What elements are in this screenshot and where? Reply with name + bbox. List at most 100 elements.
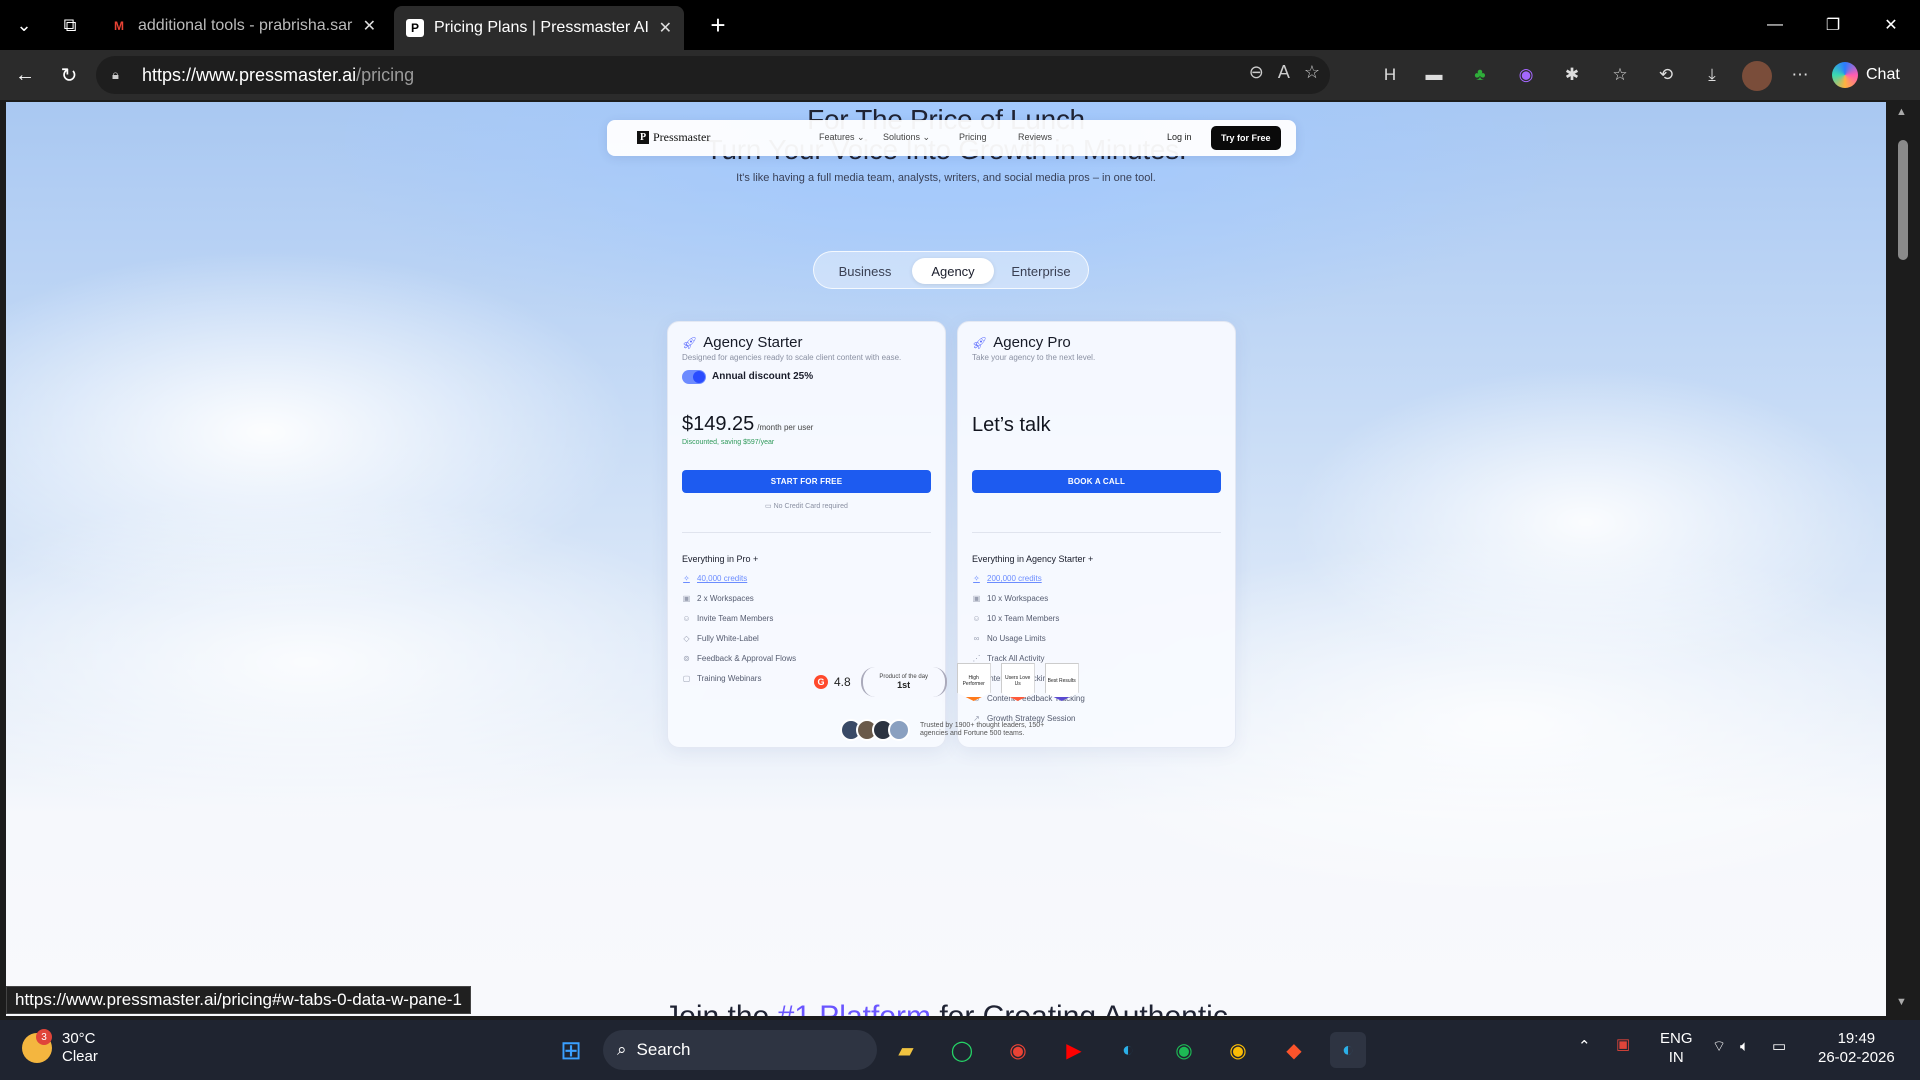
annual-discount-toggle[interactable] [682,370,706,384]
close-tab-icon[interactable]: ✕ [659,18,672,38]
extension-h-icon[interactable]: H [1376,61,1404,89]
tab-gmail[interactable]: M additional tools - prabrisha.sarkar ✕ [98,6,388,46]
customer-avatars [840,719,910,741]
favorites-icon[interactable]: ☆ [1606,61,1634,89]
team-icon: ☺ [682,614,691,623]
start-for-free-button[interactable]: START FOR FREE [682,470,931,493]
login-link[interactable]: Log in [1167,132,1192,142]
feature-credits[interactable]: ✧ 200,000 credits [972,574,1042,583]
profile-avatar[interactable] [1742,61,1772,91]
book-a-call-button[interactable]: BOOK A CALL [972,470,1221,493]
history-icon[interactable]: ⟲ [1652,61,1680,89]
whatsapp-icon[interactable]: ◯ [944,1032,980,1068]
workspaces-icon[interactable]: ⧉ [52,8,88,42]
workspace-icon: ▣ [682,594,691,603]
new-tab-plus-icon[interactable]: + [700,8,736,42]
scroll-down-icon[interactable]: ▼ [1896,996,1907,1008]
battery-icon[interactable]: ▭ [1772,1038,1786,1057]
pressmaster-logo[interactable]: P Pressmaster [637,130,710,145]
favorite-star-icon[interactable]: ☆ [1304,62,1320,83]
tab-enterprise[interactable]: Enterprise [998,258,1084,284]
tab-business[interactable]: Business [822,258,908,284]
youtube-icon[interactable]: ▶ [1056,1032,1092,1068]
saving-note: Discounted, saving $597/year [682,439,775,446]
tab-pressmaster[interactable]: P Pricing Plans | Pressmaster AI Cont ✕ [394,6,684,50]
close-window-icon[interactable]: ✕ [1862,0,1920,50]
url-field[interactable]: 🔒︎ https://www.pressmaster.ai/pricing ⊖ … [96,56,1330,94]
language-indicator[interactable]: ENG IN [1660,1030,1693,1068]
copilot-chat-button[interactable]: Chat [1832,58,1912,92]
nav-reviews[interactable]: Reviews [1018,132,1052,142]
users-love-us-badge: Users Love Us [1000,663,1035,701]
feature-credits[interactable]: ✧ 40,000 credits [682,574,747,583]
trust-row: Trusted by 1900+ thought leaders, 150+ a… [840,719,1050,741]
more-menu-icon[interactable]: ⋯ [1786,61,1814,89]
tab-actions-chevron-icon[interactable]: ⌄ [6,8,42,42]
nav-pricing[interactable]: Pricing [959,132,987,142]
spotify-icon[interactable]: ◉ [1166,1032,1202,1068]
page-viewport: For The Price of Lunch Turn Your Voice I… [6,102,1886,1016]
chat-label: Chat [1866,66,1900,83]
read-aloud-icon[interactable]: A [1278,62,1290,83]
nav-features[interactable]: Features ⌄ [819,132,865,143]
brave-icon[interactable]: ◆ [1276,1032,1312,1068]
extension-brain-icon[interactable]: ◉ [1512,61,1540,89]
search-icon: ⌕ [617,1040,627,1059]
discount-label: Annual discount 25% [712,371,814,382]
rocket-icon: 🚀︎ [972,335,988,350]
tray-overflow-chevron-icon[interactable]: ⌃ [1578,1038,1591,1057]
windows-start-icon[interactable]: ⊞ [553,1032,589,1068]
page-scrollbar[interactable]: ▲ ▼ [1888,102,1920,1016]
status-bar-url: https://www.pressmaster.ai/pricing#w-tab… [6,986,471,1014]
extension-folder-icon[interactable]: ▬ [1420,61,1448,89]
team-icon: ☺ [972,614,981,623]
weather-widget[interactable]: 3 30°C Clear [22,1029,98,1066]
workspace-icon: ▣ [972,594,981,603]
award-badges: G 4.8 Product of the day 1st High Performe… [814,662,1079,702]
clock[interactable]: 19:49 26-02-2026 [1818,1030,1895,1068]
weather-badge: 3 [36,1029,52,1045]
features-heading: Everything in Pro + [682,554,759,564]
back-arrow-icon[interactable]: ← [8,59,42,91]
search-label: Search [636,1040,691,1059]
edge-active-icon[interactable]: ◐ [1330,1032,1366,1068]
feedback-icon: ⊚ [683,654,690,663]
feature-item: ☺ Invite Team Members [682,614,774,623]
scroll-thumb[interactable] [1898,140,1908,260]
chrome-profile-icon[interactable]: ◉ [1220,1032,1256,1068]
restore-icon[interactable]: ❐ [1804,0,1862,50]
best-results-badge: Best Results [1044,663,1079,701]
g2-icon: G [814,675,828,689]
refresh-icon[interactable]: ↻ [52,59,86,91]
gmail-icon: M [114,19,124,33]
no-credit-card-note: ▭ No Credit Card required [765,503,848,510]
taskbar-search[interactable]: ⌕ Search [603,1030,877,1070]
windows-taskbar: 3 30°C Clear ⊞ ⌕ Search ▰ ◯ ◉ ▶ ◐ ◉ ◉ ◆ ◐… [0,1020,1920,1080]
downloads-icon[interactable]: ⤓ [1698,61,1726,89]
tray-app-icon[interactable]: ▣ [1616,1036,1630,1055]
plan-price: $149.25/month per user [682,413,814,435]
product-of-the-day-badge: Product of the day 1st [860,667,947,697]
minimize-icon[interactable]: — [1746,0,1804,50]
edge-icon[interactable]: ◐ [1110,1032,1146,1068]
tab-agency[interactable]: Agency [912,258,994,284]
close-tab-icon[interactable]: ✕ [363,16,376,36]
sparkle-icon: ✧ [973,574,980,583]
volume-icon[interactable]: 🔈︎ [1740,1038,1749,1057]
divider [972,532,1221,533]
wifi-icon[interactable]: ⌔ [1712,1038,1726,1057]
try-for-free-button[interactable]: Try for Free [1211,126,1281,150]
tab-title: additional tools - prabrisha.sarkar [138,17,353,34]
plan-description: Take your agency to the next level. [972,353,1096,362]
tag-icon: ◇ [683,634,690,643]
nav-solutions[interactable]: Solutions ⌄ [883,132,930,143]
chrome-icon[interactable]: ◉ [1000,1032,1036,1068]
feature-item: ▣ 2 x Workspaces [682,594,754,603]
tab-title: Pricing Plans | Pressmaster AI Cont [434,19,649,36]
scroll-up-icon[interactable]: ▲ [1896,106,1907,118]
file-explorer-icon[interactable]: ▰ [888,1032,924,1068]
feature-item: ☺ 10 x Team Members [972,614,1060,623]
zoom-icon[interactable]: ⊖ [1249,62,1264,83]
extension-tree-icon[interactable]: ♣ [1466,61,1494,89]
extensions-puzzle-icon[interactable]: ✱ [1558,61,1586,89]
